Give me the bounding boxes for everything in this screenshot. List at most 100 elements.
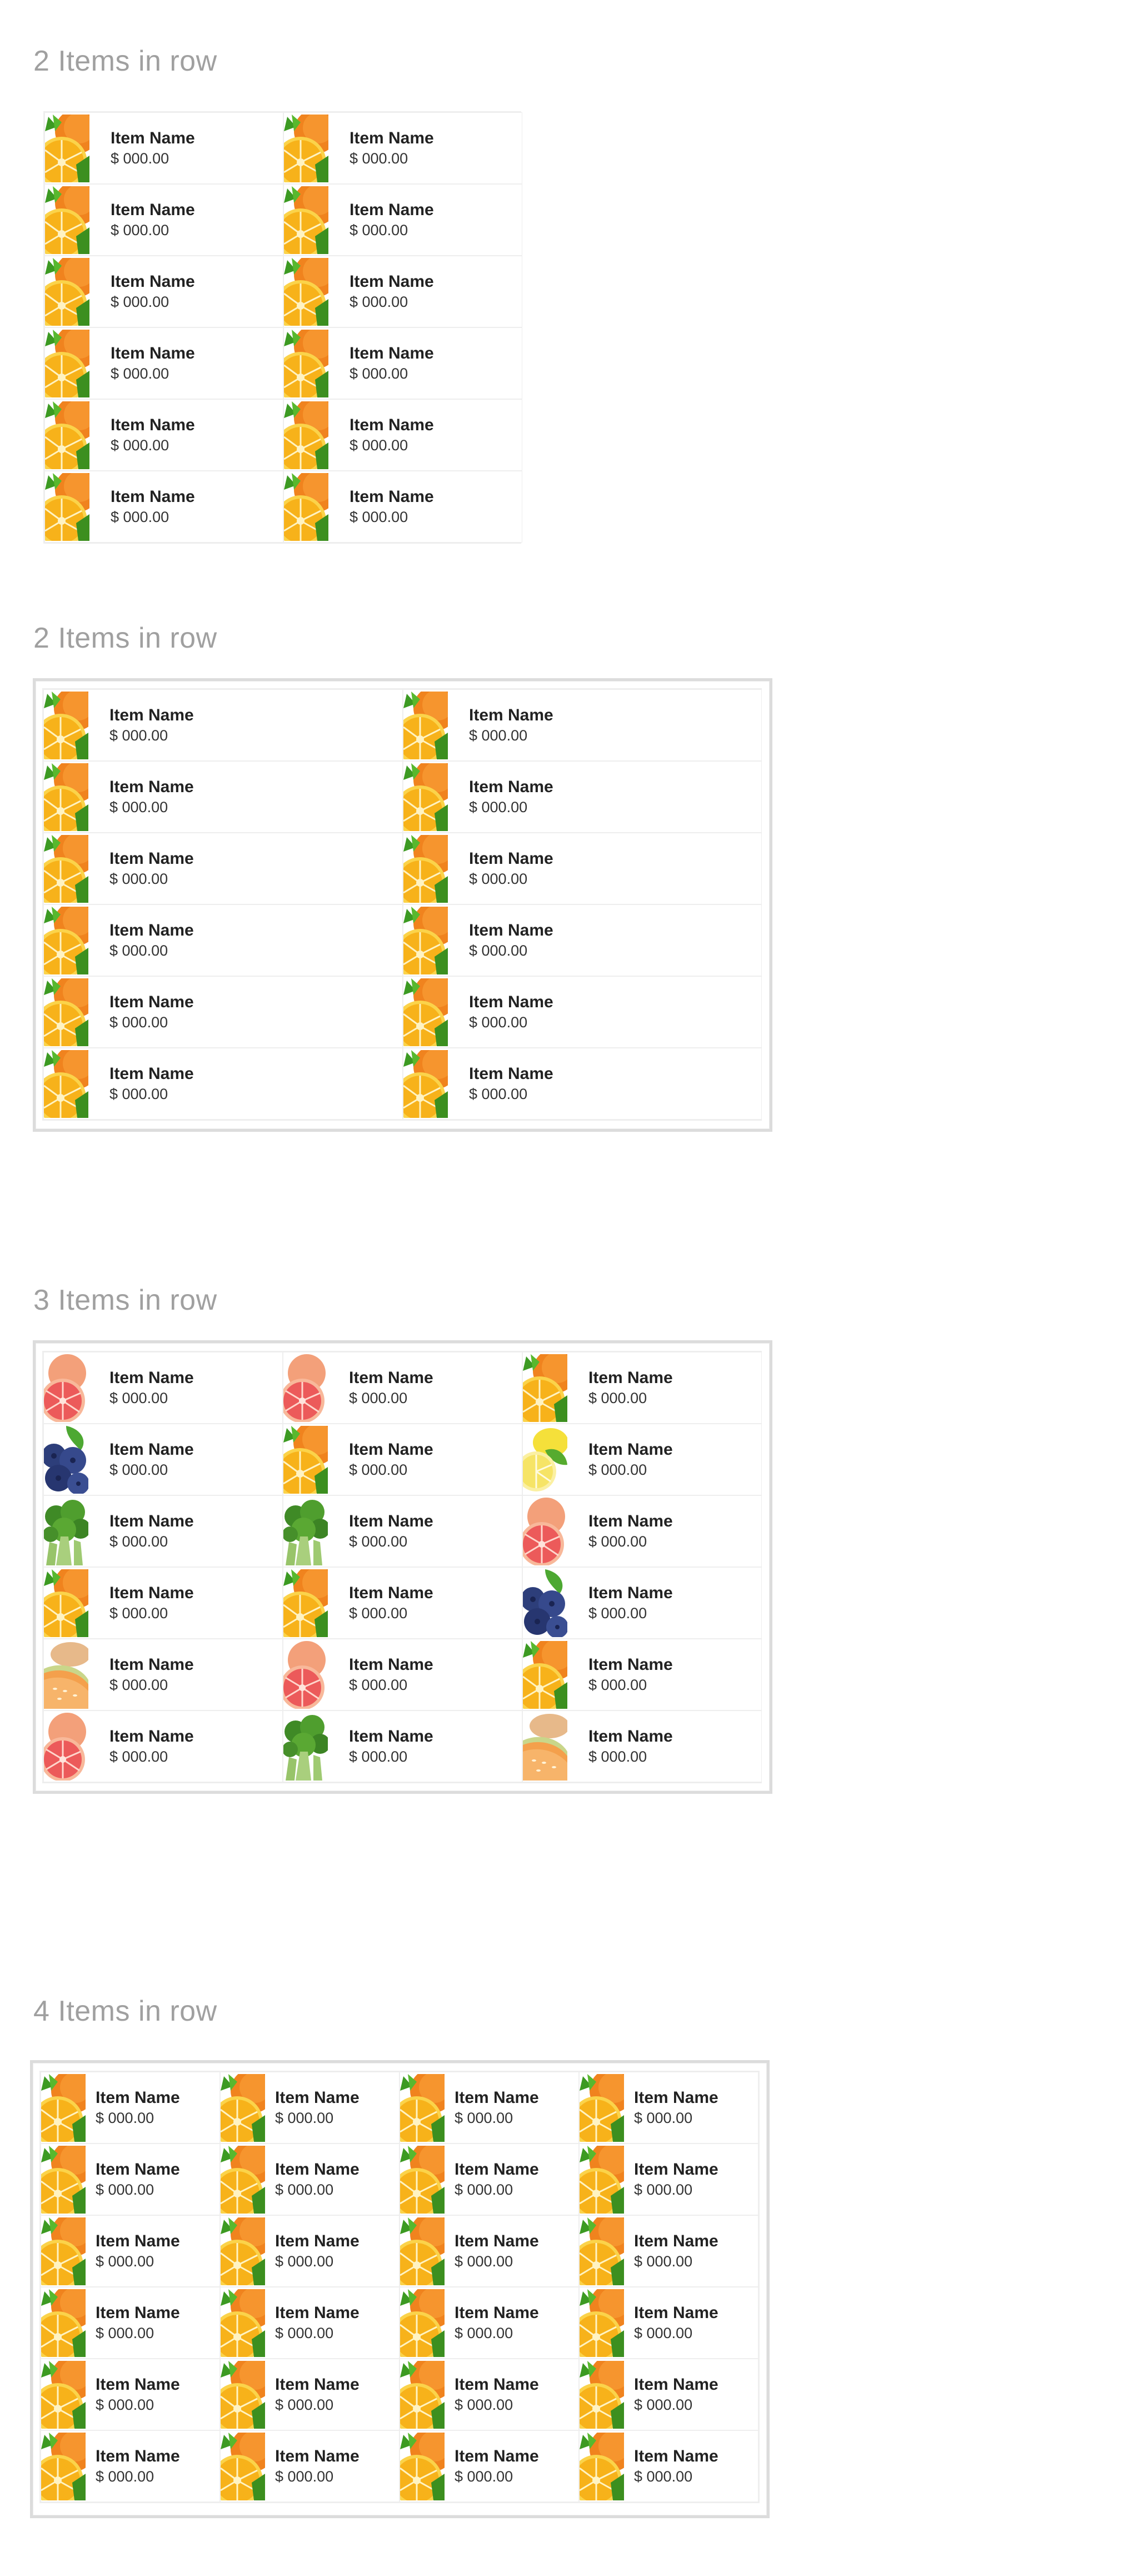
product-info: Item Name $ 000.00 (89, 486, 195, 528)
product-name: Item Name (455, 2303, 539, 2322)
product-item[interactable]: Item Name $ 000.00 (220, 2430, 400, 2502)
product-item[interactable]: Item Name $ 000.00 (400, 2144, 579, 2215)
product-item[interactable]: Item Name $ 000.00 (283, 184, 522, 256)
product-item[interactable]: Item Name $ 000.00 (522, 1639, 762, 1710)
product-item[interactable]: Item Name $ 000.00 (41, 2144, 220, 2215)
product-item[interactable]: Item Name $ 000.00 (283, 1639, 522, 1710)
section-title: 4 Items in row (33, 1995, 217, 2027)
product-item[interactable]: Item Name $ 000.00 (522, 1495, 762, 1567)
product-item[interactable]: Item Name $ 000.00 (403, 1048, 762, 1120)
product-item[interactable]: Item Name $ 000.00 (43, 1495, 283, 1567)
product-price: $ 000.00 (634, 2110, 693, 2127)
product-item[interactable]: Item Name $ 000.00 (579, 2215, 758, 2287)
product-item[interactable]: Item Name $ 000.00 (283, 1567, 522, 1639)
product-price: $ 000.00 (275, 2181, 334, 2199)
product-name: Item Name (111, 344, 195, 362)
product-info: Item Name $ 000.00 (88, 992, 194, 1033)
product-item[interactable]: Item Name $ 000.00 (220, 2215, 400, 2287)
product-info: Item Name $ 000.00 (624, 2446, 718, 2487)
orange-image (44, 763, 88, 831)
product-item[interactable]: Item Name $ 000.00 (283, 1424, 522, 1495)
orange-image (403, 834, 448, 903)
product-item[interactable]: Item Name $ 000.00 (43, 1567, 283, 1639)
product-item[interactable]: Item Name $ 000.00 (43, 689, 403, 761)
product-name: Item Name (96, 2231, 180, 2250)
product-item[interactable]: Item Name $ 000.00 (283, 399, 522, 471)
product-price: $ 000.00 (634, 2181, 693, 2199)
product-item[interactable]: Item Name $ 000.00 (403, 833, 762, 904)
orange-image (580, 2145, 624, 2214)
product-item[interactable]: Item Name $ 000.00 (283, 1710, 522, 1782)
product-item[interactable]: Item Name $ 000.00 (43, 1352, 283, 1424)
product-item[interactable]: Item Name $ 000.00 (283, 112, 522, 184)
orange-image (284, 473, 328, 541)
product-name: Item Name (634, 2446, 718, 2465)
product-item[interactable]: Item Name $ 000.00 (44, 184, 283, 256)
product-item[interactable]: Item Name $ 000.00 (220, 2072, 400, 2144)
product-item[interactable]: Item Name $ 000.00 (43, 904, 403, 976)
product-item[interactable]: Item Name $ 000.00 (400, 2072, 579, 2144)
product-name: Item Name (634, 2375, 718, 2394)
product-item[interactable]: Item Name $ 000.00 (220, 2144, 400, 2215)
product-item[interactable]: Item Name $ 000.00 (283, 327, 522, 399)
product-item[interactable]: Item Name $ 000.00 (579, 2072, 758, 2144)
product-item[interactable]: Item Name $ 000.00 (43, 833, 403, 904)
product-item[interactable]: Item Name $ 000.00 (44, 327, 283, 399)
product-item[interactable]: Item Name $ 000.00 (522, 1710, 762, 1782)
product-item[interactable]: Item Name $ 000.00 (283, 256, 522, 327)
product-item[interactable]: Item Name $ 000.00 (400, 2359, 579, 2430)
product-item[interactable]: Item Name $ 000.00 (579, 2287, 758, 2359)
product-item[interactable]: Item Name $ 000.00 (43, 1710, 283, 1782)
product-name: Item Name (350, 487, 434, 506)
product-item[interactable]: Item Name $ 000.00 (283, 1352, 522, 1424)
product-item[interactable]: Item Name $ 000.00 (403, 904, 762, 976)
product-item[interactable]: Item Name $ 000.00 (403, 761, 762, 833)
product-item[interactable]: Item Name $ 000.00 (44, 471, 283, 543)
orange-image (283, 1569, 328, 1637)
product-item[interactable]: Item Name $ 000.00 (43, 976, 403, 1048)
product-name: Item Name (469, 1064, 553, 1083)
product-item[interactable]: Item Name $ 000.00 (41, 2359, 220, 2430)
product-item[interactable]: Item Name $ 000.00 (220, 2359, 400, 2430)
product-item[interactable]: Item Name $ 000.00 (220, 2287, 400, 2359)
product-price: $ 000.00 (588, 1461, 647, 1479)
product-item[interactable]: Item Name $ 000.00 (400, 2430, 579, 2502)
orange-image (41, 2073, 86, 2142)
product-item[interactable]: Item Name $ 000.00 (41, 2072, 220, 2144)
product-item[interactable]: Item Name $ 000.00 (41, 2287, 220, 2359)
product-item[interactable]: Item Name $ 000.00 (522, 1567, 762, 1639)
product-price: $ 000.00 (469, 871, 528, 888)
product-price: $ 000.00 (469, 1086, 528, 1103)
product-item[interactable]: Item Name $ 000.00 (43, 1048, 403, 1120)
product-item[interactable]: Item Name $ 000.00 (400, 2287, 579, 2359)
product-item[interactable]: Item Name $ 000.00 (43, 1639, 283, 1710)
product-name: Item Name (96, 2375, 180, 2394)
product-price: $ 000.00 (109, 942, 168, 959)
product-item[interactable]: Item Name $ 000.00 (41, 2215, 220, 2287)
product-item[interactable]: Item Name $ 000.00 (43, 1424, 283, 1495)
product-item[interactable]: Item Name $ 000.00 (44, 256, 283, 327)
product-item[interactable]: Item Name $ 000.00 (283, 471, 522, 543)
orange-image (45, 186, 89, 254)
product-item[interactable]: Item Name $ 000.00 (44, 112, 283, 184)
product-item[interactable]: Item Name $ 000.00 (522, 1352, 762, 1424)
product-item[interactable]: Item Name $ 000.00 (41, 2430, 220, 2502)
product-price: $ 000.00 (109, 1533, 168, 1550)
product-item[interactable]: Item Name $ 000.00 (579, 2430, 758, 2502)
product-item[interactable]: Item Name $ 000.00 (579, 2359, 758, 2430)
product-item[interactable]: Item Name $ 000.00 (283, 1495, 522, 1567)
product-info: Item Name $ 000.00 (445, 2159, 539, 2200)
product-item[interactable]: Item Name $ 000.00 (44, 399, 283, 471)
product-item[interactable]: Item Name $ 000.00 (43, 761, 403, 833)
orange-image (403, 906, 448, 974)
product-item[interactable]: Item Name $ 000.00 (403, 689, 762, 761)
product-item[interactable]: Item Name $ 000.00 (522, 1424, 762, 1495)
product-name: Item Name (469, 849, 553, 868)
orange-image (44, 1569, 88, 1637)
product-item[interactable]: Item Name $ 000.00 (403, 976, 762, 1048)
product-info: Item Name $ 000.00 (328, 1439, 433, 1480)
product-info: Item Name $ 000.00 (624, 2374, 718, 2415)
product-price: $ 000.00 (275, 2253, 334, 2270)
product-item[interactable]: Item Name $ 000.00 (400, 2215, 579, 2287)
product-item[interactable]: Item Name $ 000.00 (579, 2144, 758, 2215)
